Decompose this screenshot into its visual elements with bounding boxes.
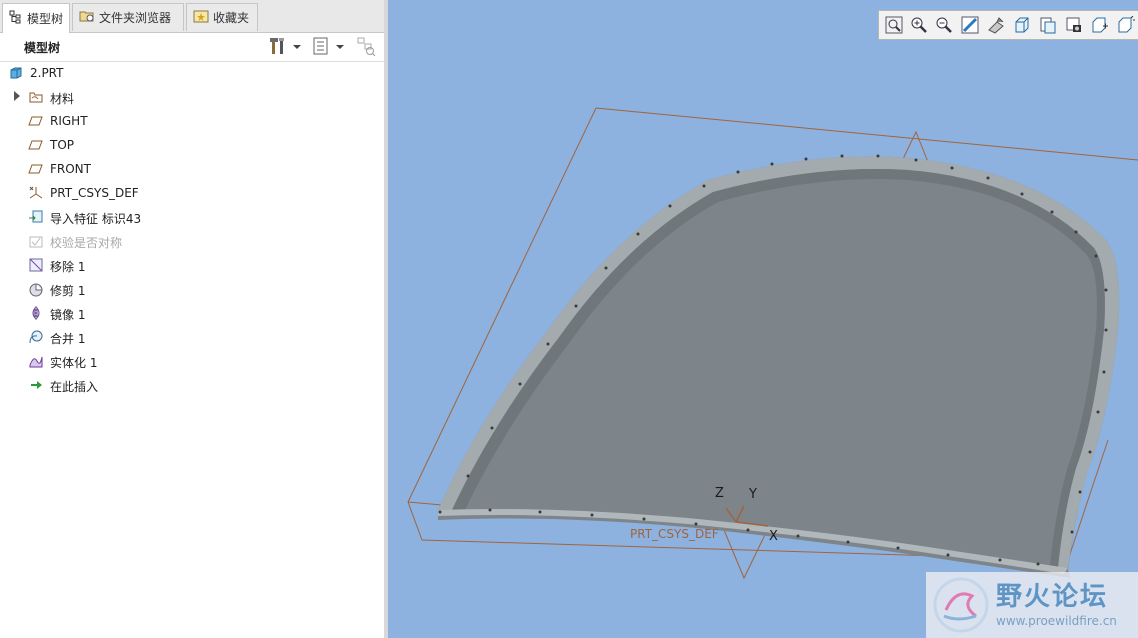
tree-item-label: TOP xyxy=(50,138,75,152)
datum-plane-icon xyxy=(28,137,44,153)
axis-y-label: Y xyxy=(748,487,757,502)
solidify-icon xyxy=(28,353,44,369)
tree-item-label: 实体化 1 xyxy=(50,356,98,370)
tab-model-tree[interactable]: 模型树 xyxy=(2,3,70,33)
tree-item-label: 修剪 1 xyxy=(50,284,86,298)
tab-label: 模型树 xyxy=(27,12,64,26)
repaint-icon[interactable] xyxy=(961,16,979,34)
expand-arrow-icon[interactable] xyxy=(14,91,20,101)
zoom-out-icon[interactable] xyxy=(935,16,953,34)
tree-item-label: 导入特征 标识43 xyxy=(50,212,142,226)
model-view[interactable]: Z Y X PRT_CSYS_DEF xyxy=(388,0,1138,638)
tree-filter-button[interactable] xyxy=(356,37,376,57)
merge-icon xyxy=(28,329,44,345)
tree-item-remove[interactable]: 移除 1 xyxy=(0,254,384,276)
folder-browser-icon xyxy=(79,9,95,26)
import-feature-icon xyxy=(28,209,44,225)
tree-item-csys[interactable]: PRT_CSYS_DEF xyxy=(0,182,384,204)
mirror-icon xyxy=(28,305,44,321)
tree-item-right[interactable]: RIGHT xyxy=(0,110,384,132)
csys-icon xyxy=(28,185,44,201)
saved-orientations-icon[interactable] xyxy=(1013,16,1031,34)
datum-plane-corner-edge xyxy=(407,501,423,541)
check-icon xyxy=(28,233,44,249)
axis-z-label: Z xyxy=(715,486,724,501)
tools-icon xyxy=(268,36,290,59)
datum-plane-top-edge xyxy=(595,107,1138,161)
tree-item-mirror[interactable]: 镜像 1 xyxy=(0,302,384,324)
graphics-window[interactable]: Z Y X PRT_CSYS_DEF 野火论坛 www.proewildfire… xyxy=(388,0,1138,638)
tree-item-front[interactable]: FRONT xyxy=(0,158,384,180)
datum-display-icon[interactable] xyxy=(1065,16,1083,34)
tree-item-trim[interactable]: 修剪 1 xyxy=(0,278,384,300)
csys-label: PRT_CSYS_DEF xyxy=(630,527,719,541)
tree-item-label: 校验是否对称 xyxy=(50,236,123,250)
tab-label: 收藏夹 xyxy=(213,11,250,25)
view-manager-icon[interactable] xyxy=(1039,16,1057,34)
tree-item-label: 合并 1 xyxy=(50,332,86,346)
tree-item-insert-here[interactable]: 在此插入 xyxy=(0,374,384,396)
tree-item-top[interactable]: TOP xyxy=(0,134,384,156)
tree-item-label: 镜像 1 xyxy=(50,308,86,322)
tree-item-label: FRONT xyxy=(50,162,91,176)
tab-label: 文件夹浏览器 xyxy=(99,11,172,25)
display-style-icon[interactable] xyxy=(987,16,1005,34)
view-toolbar xyxy=(878,10,1138,40)
part-icon xyxy=(8,65,24,81)
tree-item-label: 移除 1 xyxy=(50,260,86,274)
watermark-name: 野火论坛 xyxy=(996,582,1109,612)
tab-favorites[interactable]: 收藏夹 xyxy=(186,3,258,31)
axis-x-label: X xyxy=(769,529,778,544)
tree-show-button[interactable] xyxy=(312,37,344,57)
refit-icon[interactable] xyxy=(885,16,903,34)
tree-root-item[interactable]: 2.PRT xyxy=(0,62,384,84)
tree-settings-button[interactable] xyxy=(268,37,301,57)
datum-plane-icon xyxy=(28,113,44,129)
tree-item-label: 在此插入 xyxy=(50,380,99,394)
tree-item-label: 材料 xyxy=(50,92,75,106)
trim-icon xyxy=(28,281,44,297)
model-tree-panel: 模型树 文件夹浏览器 收藏夹 模型树 2.PRT 材料 RIGHT TOP FR… xyxy=(0,0,385,638)
datum-plane-icon xyxy=(28,161,44,177)
annotation-display-icon[interactable] xyxy=(1091,16,1109,34)
tree-item-material[interactable]: 材料 xyxy=(0,86,384,108)
watermark: 野火论坛 www.proewildfire.cn xyxy=(926,572,1138,638)
tree-item-import-feature[interactable]: 导入特征 标识43 xyxy=(0,206,384,228)
model-tree-icon xyxy=(9,10,23,27)
watermark-url: www.proewildfire.cn xyxy=(996,614,1117,628)
tree-item-label: 2.PRT xyxy=(30,66,64,80)
material-icon xyxy=(28,89,44,105)
navigator-tab-bar: 模型树 文件夹浏览器 收藏夹 xyxy=(0,0,384,33)
tab-folder-browser[interactable]: 文件夹浏览器 xyxy=(72,3,184,31)
filter-icon xyxy=(356,36,376,59)
tree-item-check-symmetry[interactable]: 校验是否对称 xyxy=(0,230,384,252)
tree-header: 模型树 xyxy=(0,33,384,62)
tree-item-label: PRT_CSYS_DEF xyxy=(50,186,139,200)
tree-item-label: RIGHT xyxy=(50,114,88,128)
tree-item-solidify[interactable]: 实体化 1 xyxy=(0,350,384,372)
tree-item-merge[interactable]: 合并 1 xyxy=(0,326,384,348)
list-icon xyxy=(312,37,330,58)
spin-center-icon[interactable] xyxy=(1117,15,1135,34)
insert-here-icon xyxy=(28,377,44,393)
tree-title: 模型树 xyxy=(24,41,61,55)
zoom-in-icon[interactable] xyxy=(910,16,928,34)
favorites-icon xyxy=(193,9,209,26)
chevron-down-icon xyxy=(293,45,301,49)
chevron-down-icon xyxy=(336,45,344,49)
watermark-logo-icon xyxy=(932,576,990,637)
remove-icon xyxy=(28,257,44,273)
